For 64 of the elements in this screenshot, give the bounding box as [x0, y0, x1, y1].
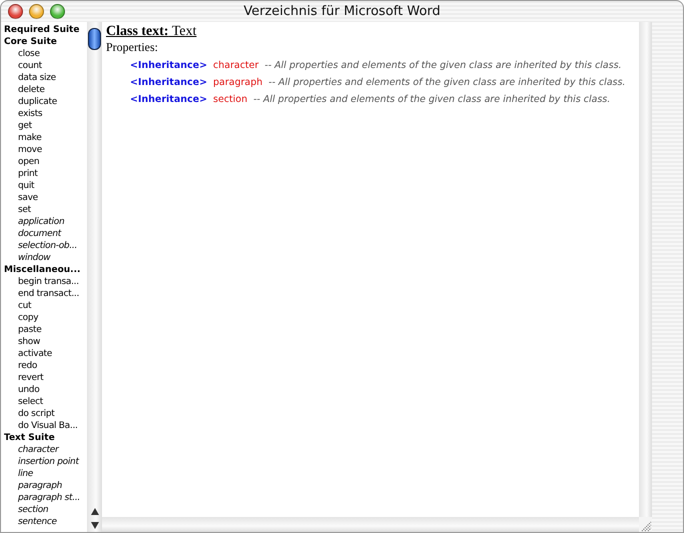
- command-item[interactable]: close: [1, 48, 40, 60]
- scroll-thumb[interactable]: [88, 28, 101, 50]
- properties-label: Properties:: [106, 40, 159, 55]
- property-description: -- All properties and elements of the given class are inherited by this class.: [264, 60, 622, 71]
- command-item[interactable]: data size: [1, 72, 56, 84]
- property-description: -- All properties and elements of the given class are inherited by this class.: [268, 77, 626, 88]
- command-item[interactable]: make: [1, 132, 42, 144]
- command-item[interactable]: count: [1, 60, 42, 72]
- command-item[interactable]: exists: [1, 108, 42, 120]
- resize-grip-icon[interactable]: [639, 517, 652, 532]
- class-heading: Class text: Text: [106, 24, 197, 40]
- suite-heading[interactable]: Miscellaneou...: [1, 264, 80, 276]
- class-item[interactable]: document: [1, 228, 62, 240]
- command-item[interactable]: cut: [1, 300, 32, 312]
- command-item[interactable]: quit: [1, 180, 34, 192]
- close-button[interactable]: [8, 4, 23, 19]
- command-item[interactable]: activate: [1, 348, 52, 360]
- suite-heading[interactable]: Required Suite: [1, 24, 80, 36]
- class-item[interactable]: paragraph: [1, 480, 62, 492]
- inheritance-tag: <Inheritance>: [130, 77, 208, 88]
- command-item[interactable]: end transact...: [1, 288, 80, 300]
- scroll-down-icon[interactable]: [90, 522, 98, 529]
- property-name: section: [213, 94, 248, 105]
- command-item[interactable]: select: [1, 396, 43, 408]
- property-description: -- All properties and elements of the given class are inherited by this class.: [253, 94, 610, 105]
- class-item[interactable]: selection-ob...: [1, 240, 78, 252]
- class-item[interactable]: character: [1, 444, 58, 456]
- class-item[interactable]: section: [1, 504, 48, 516]
- command-item[interactable]: do script: [1, 408, 54, 420]
- command-item[interactable]: save: [1, 192, 38, 204]
- suite-heading[interactable]: Text Suite: [1, 432, 55, 444]
- minimize-button[interactable]: [29, 4, 44, 19]
- class-item[interactable]: sentence: [1, 516, 57, 528]
- window-title: Verzeichnis für Microsoft Word: [244, 4, 440, 19]
- command-item[interactable]: copy: [1, 312, 38, 324]
- class-item[interactable]: window: [1, 252, 50, 264]
- command-item[interactable]: undo: [1, 384, 40, 396]
- command-item[interactable]: paste: [1, 324, 42, 336]
- command-item[interactable]: set: [1, 204, 31, 216]
- property-name: paragraph: [213, 77, 263, 88]
- command-item[interactable]: revert: [1, 372, 44, 384]
- command-item[interactable]: show: [1, 336, 40, 348]
- scrollbar[interactable]: [639, 22, 652, 517]
- scrollbar[interactable]: [87, 22, 102, 532]
- zoom-button[interactable]: [50, 4, 65, 19]
- command-item[interactable]: duplicate: [1, 96, 57, 108]
- scrollbar[interactable]: [102, 517, 639, 532]
- command-item[interactable]: do Visual Ba...: [1, 420, 78, 432]
- command-item[interactable]: move: [1, 144, 42, 156]
- command-item[interactable]: open: [1, 156, 40, 168]
- property-name: character: [213, 60, 259, 71]
- command-item[interactable]: begin transa...: [1, 276, 79, 288]
- scroll-up-icon[interactable]: [90, 508, 98, 515]
- inheritance-tag: <Inheritance>: [130, 94, 208, 105]
- class-item[interactable]: paragraph st...: [1, 492, 80, 504]
- command-item[interactable]: delete: [1, 84, 45, 96]
- command-item[interactable]: redo: [1, 360, 38, 372]
- suite-heading[interactable]: Core Suite: [1, 36, 57, 48]
- inheritance-tag: <Inheritance>: [130, 60, 208, 71]
- command-item[interactable]: get: [1, 120, 32, 132]
- class-item[interactable]: insertion point: [1, 456, 79, 468]
- class-item[interactable]: line: [1, 468, 34, 480]
- command-item[interactable]: print: [1, 168, 38, 180]
- class-item[interactable]: application: [1, 216, 64, 228]
